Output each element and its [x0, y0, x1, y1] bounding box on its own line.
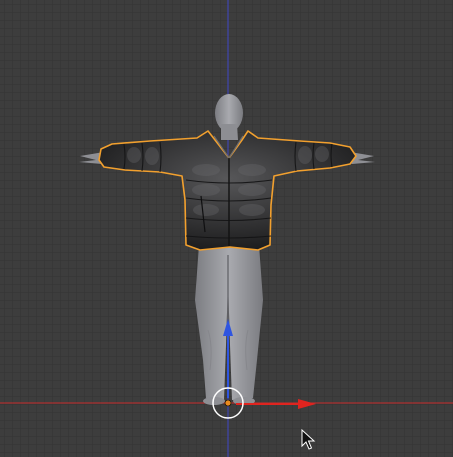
- 3d-viewport[interactable]: [0, 0, 453, 457]
- object-origin-icon: [224, 399, 232, 407]
